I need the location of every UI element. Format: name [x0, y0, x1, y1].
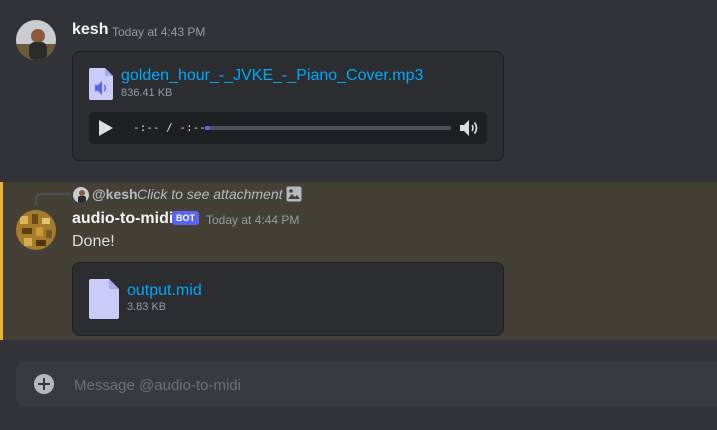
- message-composer: [16, 362, 717, 408]
- audio-seek-progress: [205, 126, 210, 130]
- bot-avatar[interactable]: [16, 210, 56, 250]
- message-input[interactable]: [72, 362, 696, 408]
- attachment-filename-link[interactable]: golden_hour_-_JVKE_-_Piano_Cover.mp3: [121, 67, 423, 85]
- attachment-filesize: 836.41 KB: [121, 87, 173, 99]
- user-avatar[interactable]: [16, 20, 56, 60]
- reply-avatar[interactable]: [73, 187, 89, 203]
- message-username[interactable]: kesh: [72, 21, 108, 39]
- message-username[interactable]: audio-to-midi: [72, 210, 173, 228]
- play-icon[interactable]: [99, 120, 113, 141]
- bot-badge: BOT: [172, 211, 199, 225]
- file-icon: [89, 279, 119, 324]
- add-attachment-button[interactable]: [34, 374, 54, 394]
- mention-highlight-bar: [0, 182, 3, 340]
- message-body: Done!: [72, 233, 115, 250]
- reply-username[interactable]: @kesh: [92, 186, 138, 202]
- volume-icon[interactable]: [460, 119, 480, 142]
- reply-connector: [35, 193, 71, 205]
- message-timestamp: Today at 4:44 PM: [206, 213, 300, 227]
- attachment-filesize: 3.83 KB: [127, 301, 167, 313]
- audio-attachment: golden_hour_-_JVKE_-_Piano_Cover.mp3 836…: [72, 51, 504, 161]
- audio-time: -:-- / -:--: [133, 121, 206, 134]
- message-kesh: kesh Today at 4:43 PM golden_hour_-_JVKE…: [0, 0, 717, 182]
- attachment-filename-link[interactable]: output.mid: [127, 282, 202, 300]
- image-icon: [286, 186, 302, 207]
- message-audio-to-midi: @kesh Click to see attachment audio-to-m…: [0, 182, 717, 340]
- message-timestamp: Today at 4:43 PM: [112, 25, 206, 39]
- audio-file-icon: [89, 68, 113, 105]
- file-attachment: output.mid 3.83 KB: [72, 262, 504, 336]
- reply-preview-text[interactable]: Click to see attachment: [137, 186, 283, 202]
- audio-player: -:-- / -:--: [89, 112, 487, 144]
- audio-seek-bar[interactable]: [205, 126, 451, 130]
